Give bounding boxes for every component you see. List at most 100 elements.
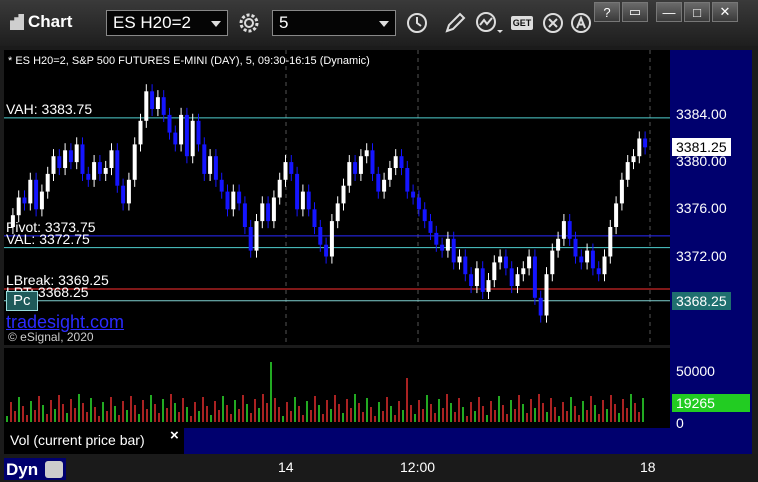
help-button[interactable]: ? — [594, 2, 620, 22]
candle-body — [463, 256, 468, 275]
interval-field[interactable]: 5 — [272, 10, 396, 36]
volume-bar — [342, 413, 344, 422]
level-label: VAL: 3372.75 — [6, 230, 90, 247]
volume-bar — [490, 401, 492, 422]
volume-bar — [34, 410, 36, 422]
volume-bar — [58, 395, 60, 422]
volume-bar — [190, 416, 192, 422]
symbol-field[interactable]: ES H20=2 — [106, 10, 228, 36]
help-icon: ? — [603, 4, 611, 20]
candle-body — [347, 162, 352, 186]
volume-bar — [350, 408, 352, 422]
volume-bar — [550, 398, 552, 422]
volume-bar — [230, 414, 232, 422]
volume-bar — [134, 405, 136, 422]
volume-bar — [122, 401, 124, 422]
volume-bar — [198, 411, 200, 422]
volume-bar — [374, 416, 376, 422]
time-axis[interactable]: Dyn 14 12:00 18 — [0, 454, 758, 482]
candle-body — [614, 203, 619, 227]
close-chart-button[interactable] — [538, 10, 568, 36]
volume-bar — [126, 410, 128, 422]
candle-body — [254, 221, 259, 251]
volume-bar — [330, 409, 332, 422]
candle-body — [39, 191, 44, 210]
get-button[interactable]: GET — [506, 10, 538, 36]
workspace-toggle[interactable]: Dyn — [4, 458, 66, 480]
volume-bar — [486, 415, 488, 422]
candle-body — [318, 227, 323, 245]
volume-bar — [626, 408, 628, 422]
candle-body — [364, 150, 369, 157]
volume-bar — [178, 412, 180, 422]
app-title: Chart — [10, 12, 72, 32]
volume-bar — [14, 411, 16, 422]
candle-body — [277, 179, 282, 198]
candle-body — [480, 268, 485, 292]
volume-bar — [582, 401, 584, 422]
minimize-icon: — — [662, 4, 676, 20]
candle-body — [498, 256, 503, 263]
volume-bar — [74, 408, 76, 422]
volume-bar — [50, 400, 52, 422]
volume-bar — [94, 407, 96, 422]
volume-bar — [86, 412, 88, 422]
volume-bar — [574, 406, 576, 422]
candle-body — [22, 197, 27, 204]
candle-body — [324, 244, 329, 257]
volume-bar — [422, 409, 424, 422]
volume-bar — [222, 396, 224, 422]
volume-close-button[interactable]: × — [170, 427, 179, 444]
candle-body — [68, 150, 73, 163]
volume-bar — [226, 405, 228, 422]
volume-bar — [362, 412, 364, 422]
pencil-icon — [445, 12, 466, 33]
volume-bar — [234, 400, 236, 422]
volume-bar — [246, 404, 248, 422]
candle-body — [585, 250, 590, 263]
candle-body — [538, 297, 543, 316]
candle-body — [590, 250, 595, 269]
symbol-settings-button[interactable] — [234, 10, 264, 36]
time-tick-label: 14 — [278, 459, 294, 475]
minimize-button[interactable]: — — [656, 2, 682, 22]
volume-bar — [186, 407, 188, 422]
volume-bar — [482, 406, 484, 422]
candle-body — [561, 221, 566, 239]
volume-bar — [158, 413, 160, 422]
maximize-button[interactable]: □ — [684, 2, 710, 22]
volume-bar — [346, 399, 348, 422]
volume-bar — [358, 403, 360, 422]
price-plot[interactable]: * ES H20=2, S&P 500 FUTURES E-MINI (DAY)… — [4, 50, 670, 345]
volume-bar — [634, 403, 636, 422]
volume-bar — [166, 408, 168, 422]
close-window-button[interactable]: ✕ — [712, 2, 738, 22]
alerts-button[interactable] — [566, 10, 596, 36]
volume-bar — [366, 398, 368, 422]
volume-bar — [418, 400, 420, 422]
candle-body — [625, 162, 630, 180]
draw-tool-button[interactable] — [440, 10, 470, 36]
volume-bar — [102, 402, 104, 422]
copyright: © eSignal, 2020 — [8, 330, 94, 344]
volume-bar — [70, 399, 72, 422]
volume-bar — [546, 412, 548, 422]
studies-button[interactable] — [472, 10, 506, 36]
pc-button[interactable]: Pc — [6, 291, 38, 311]
volume-bar — [174, 403, 176, 422]
volume-bar — [130, 396, 132, 422]
volume-bar — [90, 398, 92, 422]
candle-body — [306, 191, 311, 210]
link-icon — [45, 461, 63, 478]
volume-bar — [242, 395, 244, 422]
candle-body — [16, 197, 21, 216]
candle-body — [283, 162, 288, 180]
volume-bar — [474, 411, 476, 422]
candle-body — [393, 156, 398, 168]
volume-bar — [170, 394, 172, 422]
volume-panel[interactable] — [4, 348, 670, 428]
time-button[interactable] — [402, 10, 432, 36]
volume-bar — [322, 414, 324, 422]
volume-bar — [526, 413, 528, 422]
restore-button[interactable]: ▭ — [622, 2, 648, 22]
